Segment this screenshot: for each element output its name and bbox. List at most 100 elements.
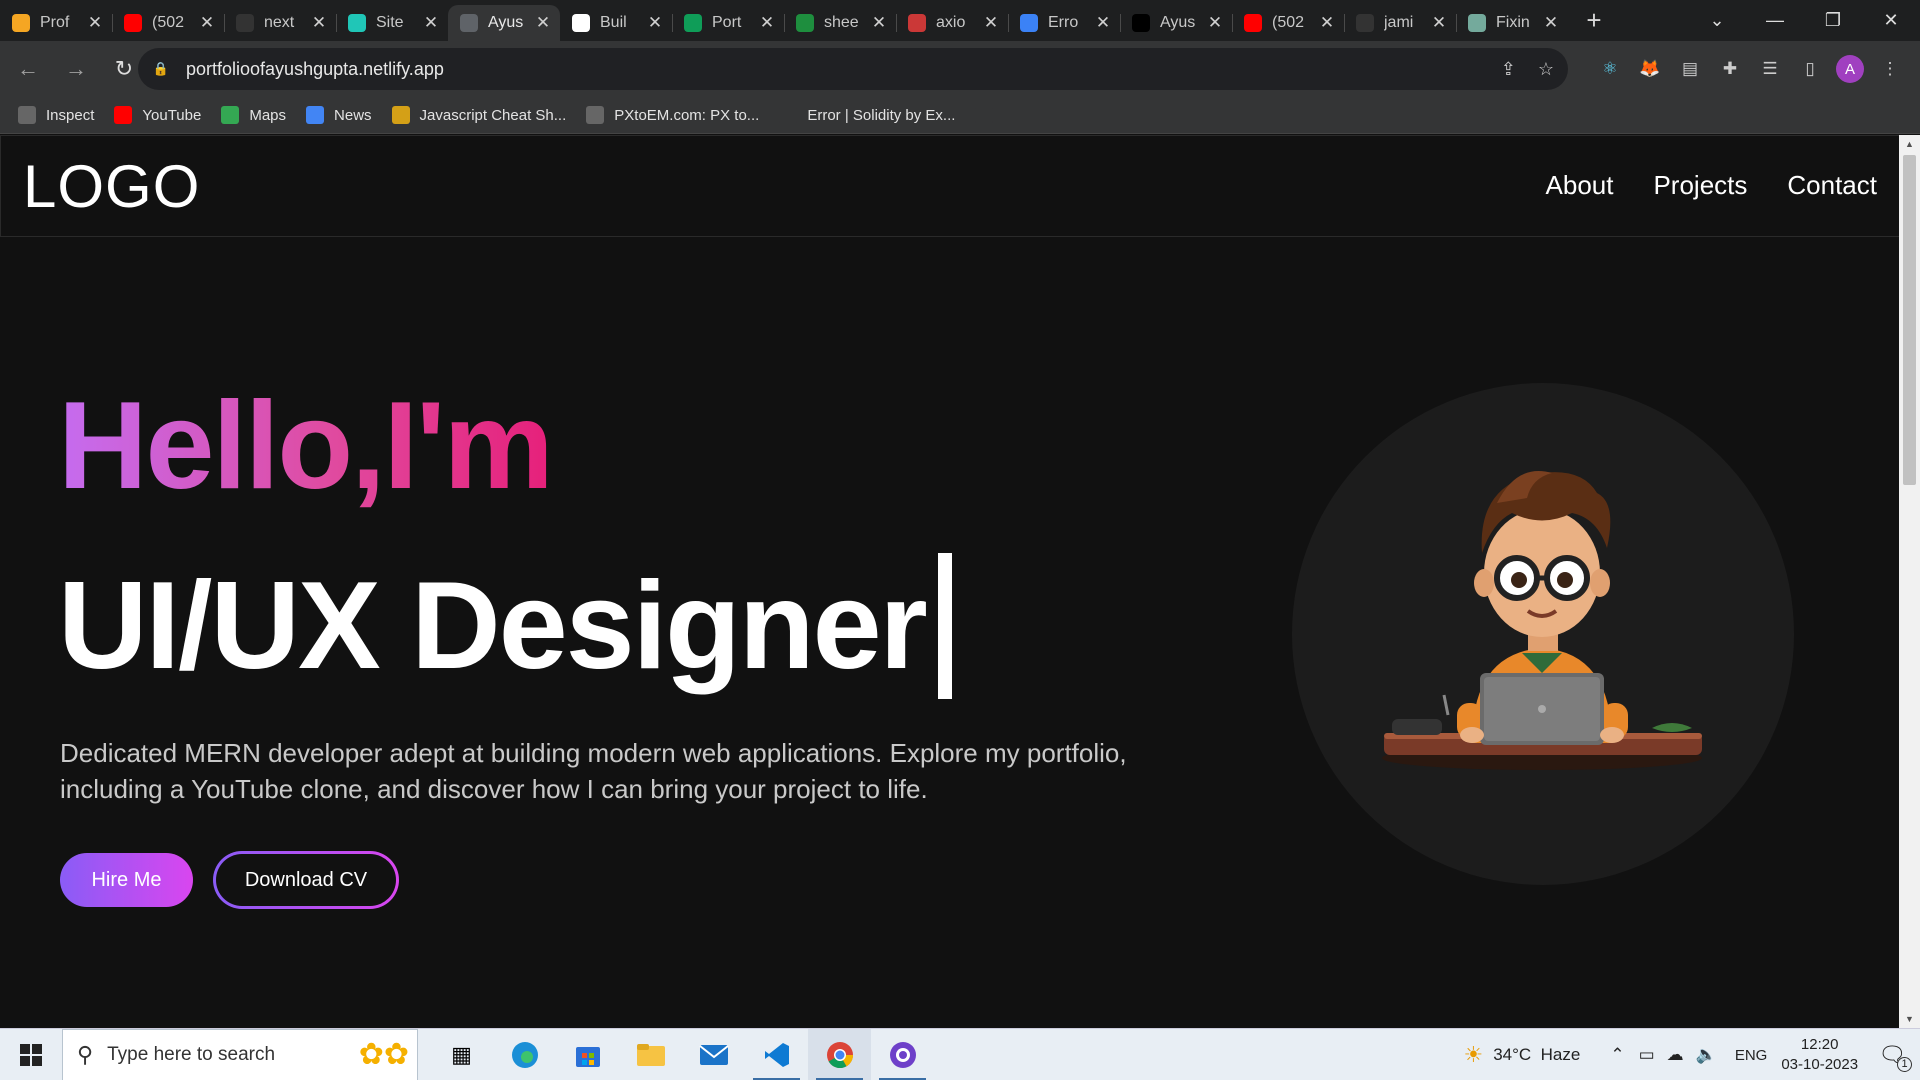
bookmark-item[interactable]: PXtoEM.com: PX to... bbox=[586, 106, 759, 124]
scroll-down-arrow[interactable]: ▼ bbox=[1899, 1014, 1920, 1024]
notifications-icon[interactable]: 🗨 1 bbox=[1878, 1042, 1912, 1072]
nav-link-projects[interactable]: Projects bbox=[1653, 170, 1747, 201]
reader-icon[interactable]: ▤ bbox=[1676, 55, 1704, 83]
tab-title[interactable]: next bbox=[264, 14, 310, 32]
meet-now-icon[interactable]: ▭ bbox=[1639, 1045, 1655, 1065]
bookmark-item[interactable]: News bbox=[306, 106, 372, 124]
extensions-puzzle-icon[interactable]: ✚ bbox=[1716, 55, 1744, 83]
browser-tab[interactable]: (502 ✕ bbox=[1232, 5, 1344, 41]
metamask-icon[interactable]: 🦊 bbox=[1636, 55, 1664, 83]
weather-text[interactable]: 34°C Haze bbox=[1493, 1045, 1580, 1065]
vscode-icon[interactable] bbox=[745, 1029, 808, 1080]
tab-title[interactable]: Ayus bbox=[488, 14, 534, 32]
nav-link-about[interactable]: About bbox=[1546, 170, 1614, 201]
tab-title[interactable]: jami bbox=[1384, 14, 1430, 32]
close-tab-icon[interactable]: ✕ bbox=[870, 13, 888, 33]
side-panel-icon[interactable]: ▯ bbox=[1796, 55, 1824, 83]
close-tab-icon[interactable]: ✕ bbox=[1430, 13, 1448, 33]
browser-tab[interactable]: Ayus ✕ bbox=[1120, 5, 1232, 41]
menu-kebab-icon[interactable]: ⋮ bbox=[1876, 55, 1904, 83]
tab-title[interactable]: (502 bbox=[1272, 14, 1318, 32]
browser-tab[interactable]: shee ✕ bbox=[784, 5, 896, 41]
tab-title[interactable]: Buil bbox=[600, 14, 646, 32]
close-tab-icon[interactable]: ✕ bbox=[534, 13, 552, 33]
tab-title[interactable]: Site bbox=[376, 14, 422, 32]
close-tab-icon[interactable]: ✕ bbox=[982, 13, 1000, 33]
browser-tab[interactable]: Erro ✕ bbox=[1008, 5, 1120, 41]
react-devtools-icon[interactable]: ⚛ bbox=[1596, 55, 1624, 83]
close-tab-icon[interactable]: ✕ bbox=[1094, 13, 1112, 33]
github-desktop-icon[interactable] bbox=[871, 1029, 934, 1080]
bookmark-item[interactable]: Maps bbox=[221, 106, 286, 124]
download-cv-button[interactable]: Download CV bbox=[213, 851, 399, 909]
onedrive-icon[interactable]: ☁ bbox=[1667, 1045, 1684, 1065]
close-tab-icon[interactable]: ✕ bbox=[1318, 13, 1336, 33]
close-tab-icon[interactable]: ✕ bbox=[310, 13, 328, 33]
media-queue-icon[interactable]: ☰ bbox=[1756, 55, 1784, 83]
taskbar-search-placeholder[interactable]: Type here to search bbox=[107, 1044, 275, 1066]
scroll-up-arrow[interactable]: ▲ bbox=[1899, 139, 1920, 149]
restore-button[interactable]: ❐ bbox=[1804, 10, 1862, 31]
bookmark-item[interactable]: YouTube bbox=[114, 106, 201, 124]
file-explorer-icon[interactable] bbox=[619, 1029, 682, 1080]
page-scrollbar[interactable]: ▲ ▼ bbox=[1899, 135, 1920, 1028]
bookmark-label[interactable]: Inspect bbox=[46, 107, 94, 124]
weather-icon[interactable]: ☀ bbox=[1463, 1042, 1483, 1068]
browser-tab[interactable]: Prof ✕ bbox=[0, 5, 112, 41]
close-window-button[interactable]: ✕ bbox=[1862, 10, 1920, 31]
tab-title[interactable]: Prof bbox=[40, 14, 86, 32]
volume-icon[interactable]: 🔈 bbox=[1696, 1045, 1717, 1065]
close-tab-icon[interactable]: ✕ bbox=[1206, 13, 1224, 33]
bookmark-label[interactable]: Error | Solidity by Ex... bbox=[807, 107, 955, 124]
close-tab-icon[interactable]: ✕ bbox=[198, 13, 216, 33]
close-tab-icon[interactable]: ✕ bbox=[758, 13, 776, 33]
browser-tab[interactable]: jami ✕ bbox=[1344, 5, 1456, 41]
tab-title[interactable]: Ayus bbox=[1160, 14, 1206, 32]
bookmark-label[interactable]: Maps bbox=[249, 107, 286, 124]
lock-icon[interactable]: 🔒 bbox=[152, 60, 170, 78]
show-hidden-icons-icon[interactable]: ⌃ bbox=[1610, 1045, 1624, 1065]
url-text[interactable]: portfolioofayushgupta.netlify.app bbox=[186, 59, 444, 80]
close-tab-icon[interactable]: ✕ bbox=[86, 13, 104, 33]
browser-tab[interactable]: next ✕ bbox=[224, 5, 336, 41]
tab-title[interactable]: shee bbox=[824, 14, 870, 32]
language-indicator[interactable]: ENG bbox=[1735, 1047, 1768, 1064]
task-view-icon[interactable]: ▦ bbox=[430, 1029, 493, 1080]
edge-icon[interactable] bbox=[493, 1029, 556, 1080]
scrollbar-thumb[interactable] bbox=[1903, 155, 1916, 485]
forward-icon[interactable]: → bbox=[56, 56, 96, 82]
taskbar-search-box[interactable]: ⚲ Type here to search ✿✿ bbox=[62, 1028, 418, 1080]
bookmark-item[interactable]: Javascript Cheat Sh... bbox=[391, 106, 567, 124]
close-tab-icon[interactable]: ✕ bbox=[646, 13, 664, 33]
bookmark-star-icon[interactable]: ☆ bbox=[1538, 59, 1554, 80]
tab-title[interactable]: Port bbox=[712, 14, 758, 32]
new-tab-button[interactable]: + bbox=[1574, 3, 1614, 39]
bookmark-label[interactable]: News bbox=[334, 107, 372, 124]
browser-tab[interactable]: (502 ✕ bbox=[112, 5, 224, 41]
tab-search-icon[interactable]: ⌄ bbox=[1688, 10, 1746, 31]
address-bar[interactable]: 🔒 portfolioofayushgupta.netlify.app ⇪ ☆ bbox=[138, 48, 1568, 90]
browser-tab[interactable]: Fixin ✕ bbox=[1456, 5, 1568, 41]
chrome-icon[interactable] bbox=[808, 1028, 871, 1080]
browser-tab[interactable]: axio ✕ bbox=[896, 5, 1008, 41]
tab-title[interactable]: (502 bbox=[152, 14, 198, 32]
back-icon[interactable]: ← bbox=[8, 56, 48, 82]
download-cv-label[interactable]: Download CV bbox=[216, 854, 396, 906]
bookmark-label[interactable]: YouTube bbox=[142, 107, 201, 124]
bookmark-item[interactable]: Inspect bbox=[18, 106, 94, 124]
minimize-button[interactable]: — bbox=[1746, 10, 1804, 31]
tab-title[interactable]: Erro bbox=[1048, 14, 1094, 32]
close-tab-icon[interactable]: ✕ bbox=[422, 13, 440, 33]
hire-me-button[interactable]: Hire Me bbox=[60, 853, 193, 907]
browser-tab[interactable]: Site ✕ bbox=[336, 5, 448, 41]
tab-title[interactable]: Fixin bbox=[1496, 14, 1542, 32]
browser-tab[interactable]: Ayus ✕ bbox=[448, 5, 560, 41]
store-icon[interactable] bbox=[556, 1029, 619, 1080]
mail-icon[interactable] bbox=[682, 1029, 745, 1080]
bookmark-item[interactable]: Error | Solidity by Ex... bbox=[779, 106, 955, 124]
close-tab-icon[interactable]: ✕ bbox=[1542, 13, 1560, 33]
browser-tab[interactable]: Port ✕ bbox=[672, 5, 784, 41]
nav-link-contact[interactable]: Contact bbox=[1787, 170, 1877, 201]
profile-avatar[interactable]: A bbox=[1836, 55, 1864, 83]
bookmark-label[interactable]: Javascript Cheat Sh... bbox=[420, 107, 567, 124]
